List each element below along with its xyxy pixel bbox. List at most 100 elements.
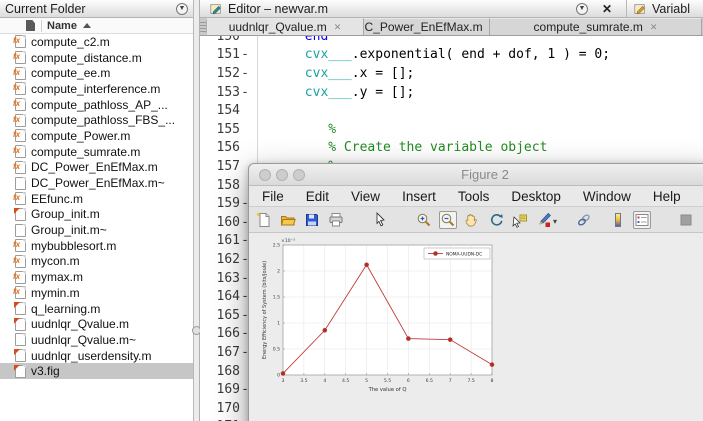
file-list-item[interactable]: DC_Power_EnEfMax.m bbox=[0, 160, 193, 176]
file-list-item[interactable]: mycon.m bbox=[0, 254, 193, 270]
file-list-item[interactable]: compute_sumrate.m bbox=[0, 144, 193, 160]
save-icon[interactable] bbox=[303, 211, 321, 229]
line-number: 150 bbox=[200, 36, 240, 44]
figure-canvas: 33.544.555.566.577.5800.511.522.5×10⁻³NO… bbox=[249, 233, 703, 421]
menu-view[interactable]: View bbox=[351, 189, 380, 204]
code-text: % Create the variable object bbox=[250, 140, 703, 155]
menu-tools[interactable]: Tools bbox=[458, 189, 490, 204]
code-line-153[interactable]: 153- cvx___.y = []; bbox=[200, 83, 703, 102]
pointer-icon[interactable] bbox=[371, 211, 389, 229]
window-minimize-button[interactable] bbox=[276, 169, 288, 181]
new-file-icon[interactable] bbox=[255, 211, 273, 229]
current-folder-menu-icon[interactable]: ▼ bbox=[176, 3, 188, 15]
line-number: 165 bbox=[200, 308, 240, 323]
file-name: compute_ee.m bbox=[31, 66, 110, 80]
tab-label: uudnlqr_Qvalue.m bbox=[229, 20, 327, 34]
colorbar-icon[interactable] bbox=[609, 211, 627, 229]
file-list-item[interactable]: mymin.m bbox=[0, 285, 193, 301]
file-list-item[interactable]: compute_c2.m bbox=[0, 34, 193, 50]
editor-menu-icon[interactable]: ▼ bbox=[576, 3, 588, 15]
editor-close-icon[interactable]: ✕ bbox=[602, 2, 612, 16]
file-list-item[interactable]: q_learning.m bbox=[0, 301, 193, 317]
file-list-item[interactable]: compute_Power.m bbox=[0, 128, 193, 144]
variable-panel-header: Variabl bbox=[626, 0, 698, 18]
current-folder-header: Current Folder ▼ bbox=[0, 0, 193, 18]
figure-title: Figure 2 bbox=[461, 167, 509, 182]
menu-file[interactable]: File bbox=[262, 189, 284, 204]
figure-titlebar[interactable]: Figure 2 bbox=[249, 164, 703, 186]
code-line-152[interactable]: 152- cvx___.x = []; bbox=[200, 64, 703, 83]
zoom-out-icon[interactable] bbox=[439, 211, 457, 229]
code-line-150[interactable]: 150 end bbox=[200, 36, 703, 46]
panel-splitter[interactable] bbox=[193, 0, 200, 421]
brush-dropdown-icon[interactable]: ▾ bbox=[553, 217, 557, 226]
window-zoom-button[interactable] bbox=[293, 169, 305, 181]
menu-help[interactable]: Help bbox=[653, 189, 681, 204]
svg-text:5.5: 5.5 bbox=[384, 378, 391, 384]
file-list-item[interactable]: compute_interference.m bbox=[0, 81, 193, 97]
breakpoint-column[interactable]: - bbox=[240, 66, 250, 81]
link-plot-icon[interactable] bbox=[575, 211, 593, 229]
pan-icon[interactable] bbox=[463, 211, 481, 229]
editor-tab-dc-power-enefmax-m[interactable]: DC_Power_EnEfMax.m✕ bbox=[364, 18, 490, 35]
data-cursor-icon[interactable] bbox=[511, 211, 529, 229]
file-list-item[interactable]: uudnlqr_Qvalue.m bbox=[0, 316, 193, 332]
code-line-156[interactable]: 156 % Create the variable object bbox=[200, 139, 703, 158]
print-icon[interactable] bbox=[327, 211, 345, 229]
menu-desktop[interactable]: Desktop bbox=[511, 189, 561, 204]
mfile-function-icon bbox=[15, 51, 26, 64]
file-list-item[interactable]: compute_ee.m bbox=[0, 65, 193, 81]
hide-plot-tools-icon[interactable] bbox=[677, 211, 695, 229]
line-number: 154 bbox=[200, 103, 240, 118]
code-line-154[interactable]: 154 bbox=[200, 101, 703, 120]
menu-insert[interactable]: Insert bbox=[402, 189, 436, 204]
file-list-item[interactable]: mybubblesort.m bbox=[0, 238, 193, 254]
breakpoint-column[interactable]: - bbox=[240, 85, 250, 100]
line-number: 168 bbox=[200, 364, 240, 379]
editor-tab-compute-sumrate-m[interactable]: compute_sumrate.m✕ bbox=[490, 18, 702, 35]
line-number: 155 bbox=[200, 122, 240, 137]
line-number: 161 bbox=[200, 233, 240, 248]
code-line-155[interactable]: 155 % bbox=[200, 120, 703, 139]
mfile-function-icon bbox=[15, 82, 26, 95]
svg-text:×10⁻³: ×10⁻³ bbox=[281, 238, 295, 244]
svg-text:Energy Efficiency of System (b: Energy Efficiency of System (bits/Joule) bbox=[262, 261, 268, 359]
zoom-in-icon[interactable] bbox=[415, 211, 433, 229]
tab-grip-handle[interactable] bbox=[200, 20, 207, 33]
open-file-icon[interactable] bbox=[279, 211, 297, 229]
file-list-item[interactable]: DC_Power_EnEfMax.m~ bbox=[0, 175, 193, 191]
mfile-function-icon bbox=[15, 255, 26, 268]
file-list-item[interactable]: mymax.m bbox=[0, 269, 193, 285]
menu-edit[interactable]: Edit bbox=[306, 189, 329, 204]
file-list-item[interactable]: compute_pathloss_AP_... bbox=[0, 97, 193, 113]
brush-icon[interactable] bbox=[535, 211, 553, 229]
editor-tab-bar: uudnlqr_Qvalue.m ✕ DC_Power_EnEfMax.m✕comp… bbox=[200, 18, 703, 36]
svg-text:7: 7 bbox=[449, 378, 452, 384]
menu-window[interactable]: Window bbox=[583, 189, 631, 204]
file-list-column-header[interactable]: Name bbox=[0, 18, 193, 34]
file-name: Group_init.m bbox=[31, 207, 100, 221]
file-list-item[interactable]: EEfunc.m bbox=[0, 191, 193, 207]
file-list-item[interactable]: uudnlqr_Qvalue.m~ bbox=[0, 332, 193, 348]
code-line-151[interactable]: 151- cvx___.exponential( end + dof, 1 ) … bbox=[200, 46, 703, 65]
file-list-item[interactable]: compute_distance.m bbox=[0, 50, 193, 66]
editor-tab-uudnlqr-qvalue-m[interactable]: uudnlqr_Qvalue.m ✕ bbox=[207, 18, 364, 35]
mfile-function-icon bbox=[15, 98, 26, 111]
file-list-item[interactable]: compute_pathloss_FBS_... bbox=[0, 112, 193, 128]
mfile-function-icon bbox=[15, 271, 26, 284]
svg-text:0: 0 bbox=[277, 373, 280, 379]
legend-icon[interactable] bbox=[633, 211, 651, 229]
mfile-script-icon bbox=[15, 302, 26, 315]
file-list-item[interactable]: uudnlqr_userdensity.m bbox=[0, 348, 193, 364]
mfile-function-icon bbox=[15, 35, 26, 48]
tab-close-icon[interactable]: ✕ bbox=[650, 22, 658, 33]
breakpoint-column[interactable]: - bbox=[240, 47, 250, 62]
window-close-button[interactable] bbox=[259, 169, 271, 181]
rotate-3d-icon[interactable] bbox=[487, 211, 505, 229]
tab-close-icon[interactable]: ✕ bbox=[334, 22, 342, 33]
plain-file-icon bbox=[15, 224, 26, 237]
line-number: 156 bbox=[200, 140, 240, 155]
file-list-item[interactable]: Group_init.m bbox=[0, 207, 193, 223]
file-list-item[interactable]: v3.fig bbox=[0, 363, 193, 379]
file-list-item[interactable]: Group_init.m~ bbox=[0, 222, 193, 238]
